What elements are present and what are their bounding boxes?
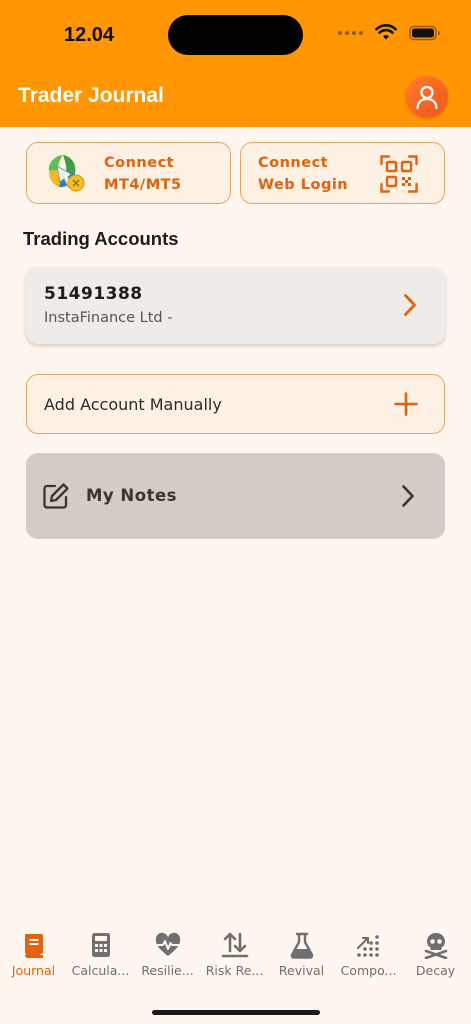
dots-grid-icon — [356, 935, 379, 957]
heartbeat-icon — [155, 932, 180, 956]
tab-label-calculator: Calcula... — [71, 963, 130, 978]
tab-resilience[interactable]: Resilie... — [134, 931, 201, 978]
connect-mt-line2: MT4/MT5 — [104, 177, 182, 193]
calculator-icon — [91, 933, 110, 957]
tab-journal[interactable]: Journal — [0, 931, 67, 978]
user-icon — [416, 85, 438, 110]
trading-accounts-heading: Trading Accounts — [23, 228, 179, 249]
arrows-icon — [221, 932, 248, 958]
plus-icon — [394, 392, 418, 416]
wifi-icon — [375, 24, 397, 40]
my-notes-button[interactable]: My Notes — [26, 453, 445, 539]
connect-mt-line1: Connect — [104, 155, 175, 171]
tab-decay[interactable]: Decay — [402, 931, 469, 978]
battery-icon — [409, 25, 440, 40]
tab-label-compound: Compo... — [340, 963, 397, 978]
tab-compound[interactable]: Compo... — [335, 931, 402, 978]
chevron-right-icon — [404, 294, 416, 316]
skull-icon — [424, 933, 447, 959]
page-title: Trader Journal — [18, 84, 164, 107]
home-indicator — [152, 1010, 320, 1015]
connect-mt-button[interactable]: Connect MT4/MT5 — [26, 142, 231, 204]
qr-code-icon — [380, 155, 418, 193]
tab-label-resilience: Resilie... — [141, 963, 194, 978]
tab-label-revival: Revival — [278, 963, 325, 978]
account-card[interactable]: 51491388 InstaFinance Ltd - — [26, 267, 445, 344]
status-time: 12.04 — [64, 24, 115, 46]
connect-web-line2: Web Login — [258, 177, 349, 193]
tab-label-risk-reward: Risk Re... — [205, 963, 264, 978]
add-account-button[interactable]: Add Account Manually — [26, 374, 445, 434]
chevron-right-icon — [402, 485, 414, 507]
tab-risk-reward[interactable]: Risk Re... — [201, 931, 268, 978]
status-icons — [338, 24, 441, 41]
my-notes-label: My Notes — [86, 486, 177, 505]
connect-mt-label: Connect MT4/MT5 — [104, 152, 182, 196]
app-header: 12.04 Trader Journal — [0, 0, 471, 127]
connect-web-label: Connect Web Login — [258, 152, 348, 196]
tab-calculator[interactable]: Calcula... — [67, 931, 134, 978]
add-account-label: Add Account Manually — [44, 395, 222, 414]
book-icon — [24, 934, 43, 958]
signal-icon — [338, 30, 363, 35]
metatrader-icon — [48, 155, 85, 192]
tab-label-decay: Decay — [415, 963, 456, 978]
tab-revival[interactable]: Revival — [268, 931, 335, 978]
profile-avatar[interactable] — [406, 76, 448, 118]
tab-label-journal: Journal — [11, 963, 56, 978]
account-number: 51491388 — [44, 284, 143, 304]
dynamic-island — [168, 15, 303, 55]
flask-icon — [290, 932, 313, 959]
edit-note-icon — [43, 483, 69, 509]
account-broker: InstaFinance Ltd - — [44, 310, 173, 326]
connect-web-line1: Connect — [258, 155, 329, 171]
connect-web-login-button[interactable]: Connect Web Login — [240, 142, 445, 204]
